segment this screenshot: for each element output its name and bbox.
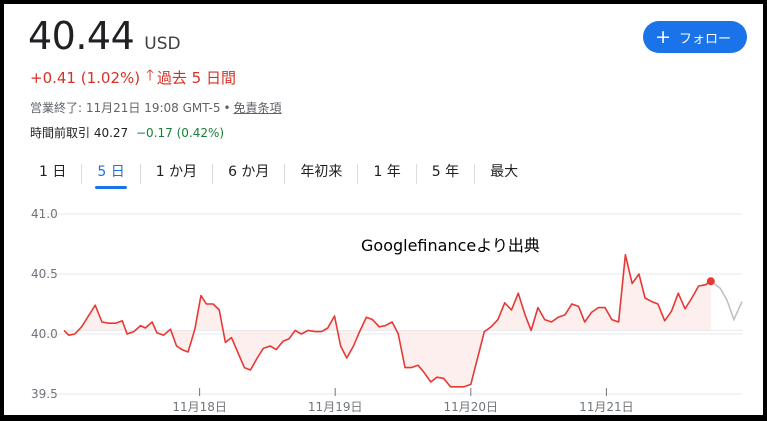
stock-quote-panel: 40.44 USD +0.41 (1.02%) 🡑 過去 5 日間 営業終了: … bbox=[2, 2, 765, 417]
tab-1-day[interactable]: 1 日 bbox=[24, 159, 81, 189]
market-status-row: 営業終了: 11月21日 19:08 GMT-5 • 免責条項 bbox=[30, 99, 282, 116]
price-row: 40.44 USD bbox=[28, 14, 181, 58]
tab-1-year[interactable]: 1 年 bbox=[358, 159, 415, 189]
market-status: 営業終了: 11月21日 19:08 GMT-5 bbox=[30, 101, 221, 115]
range-tabs: 1 日 5 日 1 か月 6 か月 年初来 1 年 5 年 最大 bbox=[24, 159, 533, 189]
x-tick-label: 11月18日 bbox=[172, 400, 227, 414]
tab-5-year[interactable]: 5 年 bbox=[417, 159, 474, 189]
change-period: 過去 5 日間 bbox=[156, 69, 236, 87]
watermark-text: Googlefinanceより出典 bbox=[361, 236, 540, 255]
follow-label: フォロー bbox=[678, 31, 731, 47]
tab-6-month[interactable]: 6 か月 bbox=[213, 159, 284, 189]
plus-icon: + bbox=[655, 25, 671, 48]
arrow-up-icon: 🡑 bbox=[146, 66, 154, 84]
price-line bbox=[63, 254, 712, 388]
tab-1-month[interactable]: 1 か月 bbox=[141, 159, 212, 189]
y-tick-label: 39.5 bbox=[31, 387, 58, 401]
premarket-change: −0.17 (0.42%) bbox=[136, 126, 225, 140]
premarket-label: 時間前取引 40.27 bbox=[30, 126, 129, 140]
follow-button[interactable]: + フォロー bbox=[643, 21, 747, 53]
x-tick-label: 11月19日 bbox=[308, 400, 363, 414]
bullet-separator: • bbox=[223, 101, 231, 115]
price-change: +0.41 (1.02%) bbox=[30, 68, 141, 87]
current-price: 40.44 bbox=[28, 14, 135, 58]
tab-5-day[interactable]: 5 日 bbox=[82, 159, 139, 189]
price-chart[interactable]: 41.0 40.5 40.0 39.5 11月18日 11月19日 11月20日 11月21日… bbox=[4, 199, 763, 415]
after-hours-line bbox=[710, 280, 743, 322]
x-tick-label: 11月20日 bbox=[444, 400, 499, 414]
price-change-row: +0.41 (1.02%) 🡑 過去 5 日間 bbox=[30, 65, 236, 90]
y-tick-label: 40.5 bbox=[31, 267, 58, 281]
y-tick-label: 41.0 bbox=[31, 207, 58, 221]
tab-ytd[interactable]: 年初来 bbox=[285, 159, 357, 189]
premarket-row: 時間前取引 40.27 −0.17 (0.42%) bbox=[30, 124, 224, 141]
x-tick-label: 11月21日 bbox=[579, 400, 634, 414]
tab-max[interactable]: 最大 bbox=[475, 159, 533, 189]
last-price-point bbox=[706, 277, 715, 286]
y-tick-label: 40.0 bbox=[31, 327, 58, 341]
currency-label: USD bbox=[144, 34, 181, 54]
disclaimer-link[interactable]: 免責条項 bbox=[234, 101, 282, 115]
